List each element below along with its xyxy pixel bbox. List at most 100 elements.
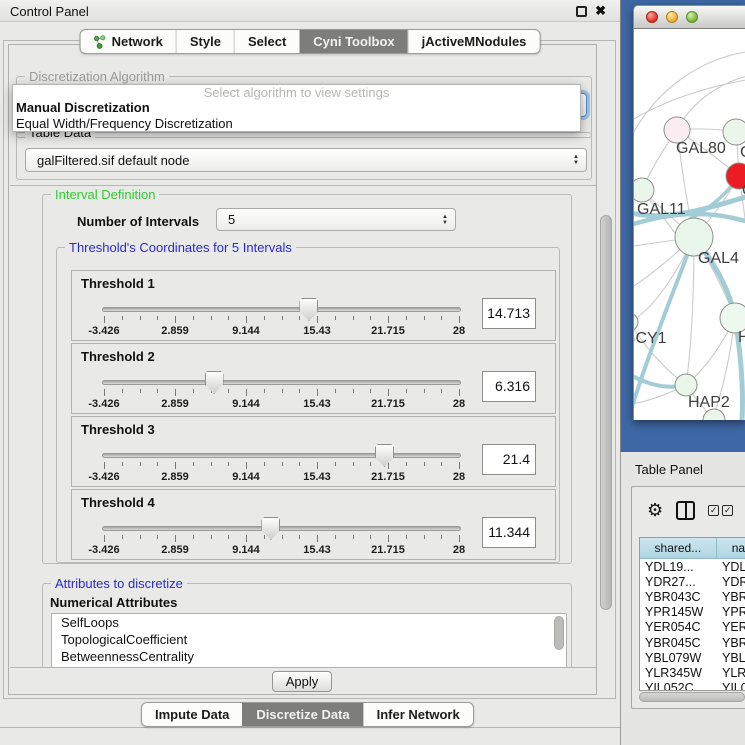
column-header-2[interactable]: na bbox=[717, 538, 745, 559]
tab-style[interactable]: Style bbox=[176, 30, 234, 53]
tab-label: jActiveMNodules bbox=[422, 34, 527, 49]
bottom-tabs: Impute Data Discretize Data Infer Network bbox=[141, 702, 474, 727]
tab-label: Infer Network bbox=[377, 707, 460, 722]
cell-shared-name: YDL19... bbox=[640, 560, 718, 574]
bottom-tab-discretize-data[interactable]: Discretize Data bbox=[242, 703, 362, 726]
node-label-gal4: GAL4 bbox=[698, 250, 739, 267]
table-row[interactable]: YLR345WYLR3 bbox=[640, 665, 745, 680]
table-data-combo-value: galFiltered.sif default node bbox=[37, 153, 189, 168]
network-node-hap2[interactable] bbox=[675, 374, 697, 396]
threshold-value-field[interactable]: 14.713 bbox=[482, 298, 536, 329]
slider-tick-labels: -3.4262.8599.14415.4321.71528 bbox=[104, 544, 459, 556]
tab-select[interactable]: Select bbox=[234, 30, 299, 53]
list-item-selfloops[interactable]: SelfLoops bbox=[52, 614, 566, 631]
cell-name: YER0 bbox=[718, 620, 745, 634]
group-title: Attributes to discretize bbox=[51, 576, 187, 591]
table-horizontal-scrollbar[interactable] bbox=[639, 692, 745, 703]
column-header-1[interactable]: shared... bbox=[640, 538, 717, 559]
list-item-topologicalcoefficient[interactable]: TopologicalCoefficient bbox=[52, 631, 566, 648]
network-graph[interactable]: GAL80 GA C GAL11 GAL4 GCY1 H HAP2 bbox=[634, 29, 745, 420]
table-toolbar: ⚙ ✓ ✓ bbox=[632, 487, 745, 533]
threshold-panel-2: Threshold 2-3.4262.8599.14415.4321.71528… bbox=[71, 343, 556, 414]
network-window-titlebar[interactable] bbox=[633, 5, 745, 29]
popup-item-manual-discretization[interactable]: Manual Discretization bbox=[13, 100, 580, 116]
apply-button[interactable]: Apply bbox=[272, 671, 332, 692]
network-icon bbox=[94, 35, 106, 49]
close-traffic-light-icon[interactable] bbox=[646, 11, 658, 23]
node-label-gal80: GAL80 bbox=[676, 140, 726, 157]
cell-shared-name: YER054C bbox=[640, 620, 718, 634]
network-node-right-top[interactable] bbox=[723, 119, 745, 145]
threshold-value-field[interactable]: 21.4 bbox=[482, 444, 536, 475]
tab-label: Impute Data bbox=[155, 707, 229, 722]
network-node-gcy1[interactable] bbox=[634, 313, 638, 331]
stepper-icon: ▲ ▼ bbox=[573, 149, 579, 171]
threshold-slider[interactable]: -3.4262.8599.14415.4321.71528 bbox=[104, 344, 459, 413]
slider-tick-labels: -3.4262.8599.14415.4321.71528 bbox=[104, 398, 459, 410]
panel-vertical-scrollbar[interactable] bbox=[600, 215, 612, 610]
threshold-panel-3: Threshold 3-3.4262.8599.14415.4321.71528… bbox=[71, 416, 556, 487]
close-icon[interactable]: ✖ bbox=[595, 5, 606, 17]
split-pane-icon[interactable] bbox=[676, 501, 695, 520]
table-row[interactable]: YER054CYER0 bbox=[640, 620, 745, 635]
checkbox-icon[interactable]: ✓ bbox=[722, 505, 733, 516]
network-node-gal11[interactable] bbox=[634, 178, 654, 202]
table-panel-box: ⚙ ✓ ✓ shared...na YDL19...YDL1YDR27...YD… bbox=[631, 486, 745, 709]
table-row[interactable]: YDL19...YDL1 bbox=[640, 559, 745, 574]
threshold-value-field[interactable]: 6.316 bbox=[482, 371, 536, 402]
numerical-attributes-listbox[interactable]: SelfLoopsTopologicalCoefficientBetweenne… bbox=[51, 613, 567, 668]
node-label-gal11: GAL11 bbox=[637, 201, 686, 218]
cell-name: YDR2 bbox=[718, 575, 745, 589]
threshold-slider[interactable]: -3.4262.8599.14415.4321.71528 bbox=[104, 490, 459, 559]
node-label-gcy1: GCY1 bbox=[634, 330, 667, 347]
list-item-betweennesscentrality[interactable]: BetweennessCentrality bbox=[52, 648, 566, 665]
control-panel-tabs: Network Style SelectCyni Toolbox jActiveMNo… bbox=[80, 29, 541, 54]
slider-track bbox=[102, 307, 461, 312]
checkbox-icon[interactable]: ✓ bbox=[708, 505, 719, 516]
threshold-slider[interactable]: -3.4262.8599.14415.4321.71528 bbox=[104, 271, 459, 340]
table-row[interactable]: YBL079WYBL0 bbox=[640, 650, 745, 665]
zoom-traffic-light-icon[interactable] bbox=[686, 11, 698, 23]
cell-name: YPR1 bbox=[718, 605, 745, 619]
slider-ticks bbox=[104, 462, 459, 470]
table-row[interactable]: YPR145WYPR1 bbox=[640, 605, 745, 620]
slider-tick-labels: -3.4262.8599.14415.4321.71528 bbox=[104, 325, 459, 337]
popup-hint: Select algorithm to view settings bbox=[13, 85, 580, 100]
popup-item-equal-width-frequency-discretization[interactable]: Equal Width/Frequency Discretization bbox=[13, 116, 580, 132]
scrollbar-thumb[interactable] bbox=[639, 692, 745, 702]
tab-jactivemnodules[interactable]: jActiveMNodules bbox=[408, 30, 540, 53]
network-view-pane: GAL80 GA C GAL11 GAL4 GCY1 H HAP2 bbox=[620, 0, 745, 452]
tab-cyni-toolbox[interactable]: Cyni Toolbox bbox=[299, 30, 407, 53]
list-scrollbar[interactable] bbox=[554, 616, 564, 650]
threshold-slider[interactable]: -3.4262.8599.14415.4321.71528 bbox=[104, 417, 459, 486]
table-row[interactable]: YBR043CYBR0 bbox=[640, 589, 745, 604]
table-row[interactable]: YIL052CYIL0 bbox=[640, 681, 745, 692]
tab-label: Discretize Data bbox=[256, 707, 349, 722]
control-panel-titlebar: Control Panel ✖ bbox=[0, 0, 620, 22]
network-window: GAL80 GA C GAL11 GAL4 GCY1 H HAP2 bbox=[633, 5, 745, 420]
bottom-tab-impute-data[interactable]: Impute Data bbox=[142, 703, 242, 726]
tab-network[interactable]: Network bbox=[81, 30, 176, 53]
slider-track bbox=[102, 526, 461, 531]
table-data-combo[interactable]: galFiltered.sif default node ▲ ▼ bbox=[25, 148, 587, 172]
network-canvas[interactable]: GAL80 GA C GAL11 GAL4 GCY1 H HAP2 bbox=[633, 29, 745, 420]
threshold-value-field[interactable]: 11.344 bbox=[482, 517, 536, 548]
float-window-icon[interactable] bbox=[576, 6, 587, 17]
gear-icon[interactable]: ⚙ bbox=[647, 501, 663, 519]
threshold-panel-1: Threshold 1-3.4262.8599.14415.4321.71528… bbox=[71, 270, 556, 341]
number-of-intervals-combo[interactable]: 5 ▲ ▼ bbox=[216, 208, 456, 231]
table-header-row: shared...na bbox=[640, 538, 745, 559]
table-row[interactable]: YDR27...YDR2 bbox=[640, 574, 745, 589]
intervals-combo-value: 5 bbox=[228, 212, 235, 227]
node-attribute-table[interactable]: shared...na YDL19...YDL1YDR27...YDR2YBR0… bbox=[639, 537, 745, 691]
bottom-tab-infer-network[interactable]: Infer Network bbox=[363, 703, 473, 726]
minimize-traffic-light-icon[interactable] bbox=[666, 11, 678, 23]
table-row[interactable]: YBR045CYBR0 bbox=[640, 635, 745, 650]
cell-name: YBR0 bbox=[718, 636, 745, 650]
node-label-partial-low: H bbox=[738, 329, 745, 346]
numerical-attributes-list: SelfLoopsTopologicalCoefficientBetweenne… bbox=[52, 614, 566, 665]
algorithm-popup-list: Manual DiscretizationEqual Width/Frequen… bbox=[13, 100, 580, 132]
numerical-attributes-label: Numerical Attributes bbox=[50, 595, 177, 610]
tab-label: Style bbox=[190, 34, 221, 49]
table-panel-title: Table Panel bbox=[635, 462, 703, 477]
